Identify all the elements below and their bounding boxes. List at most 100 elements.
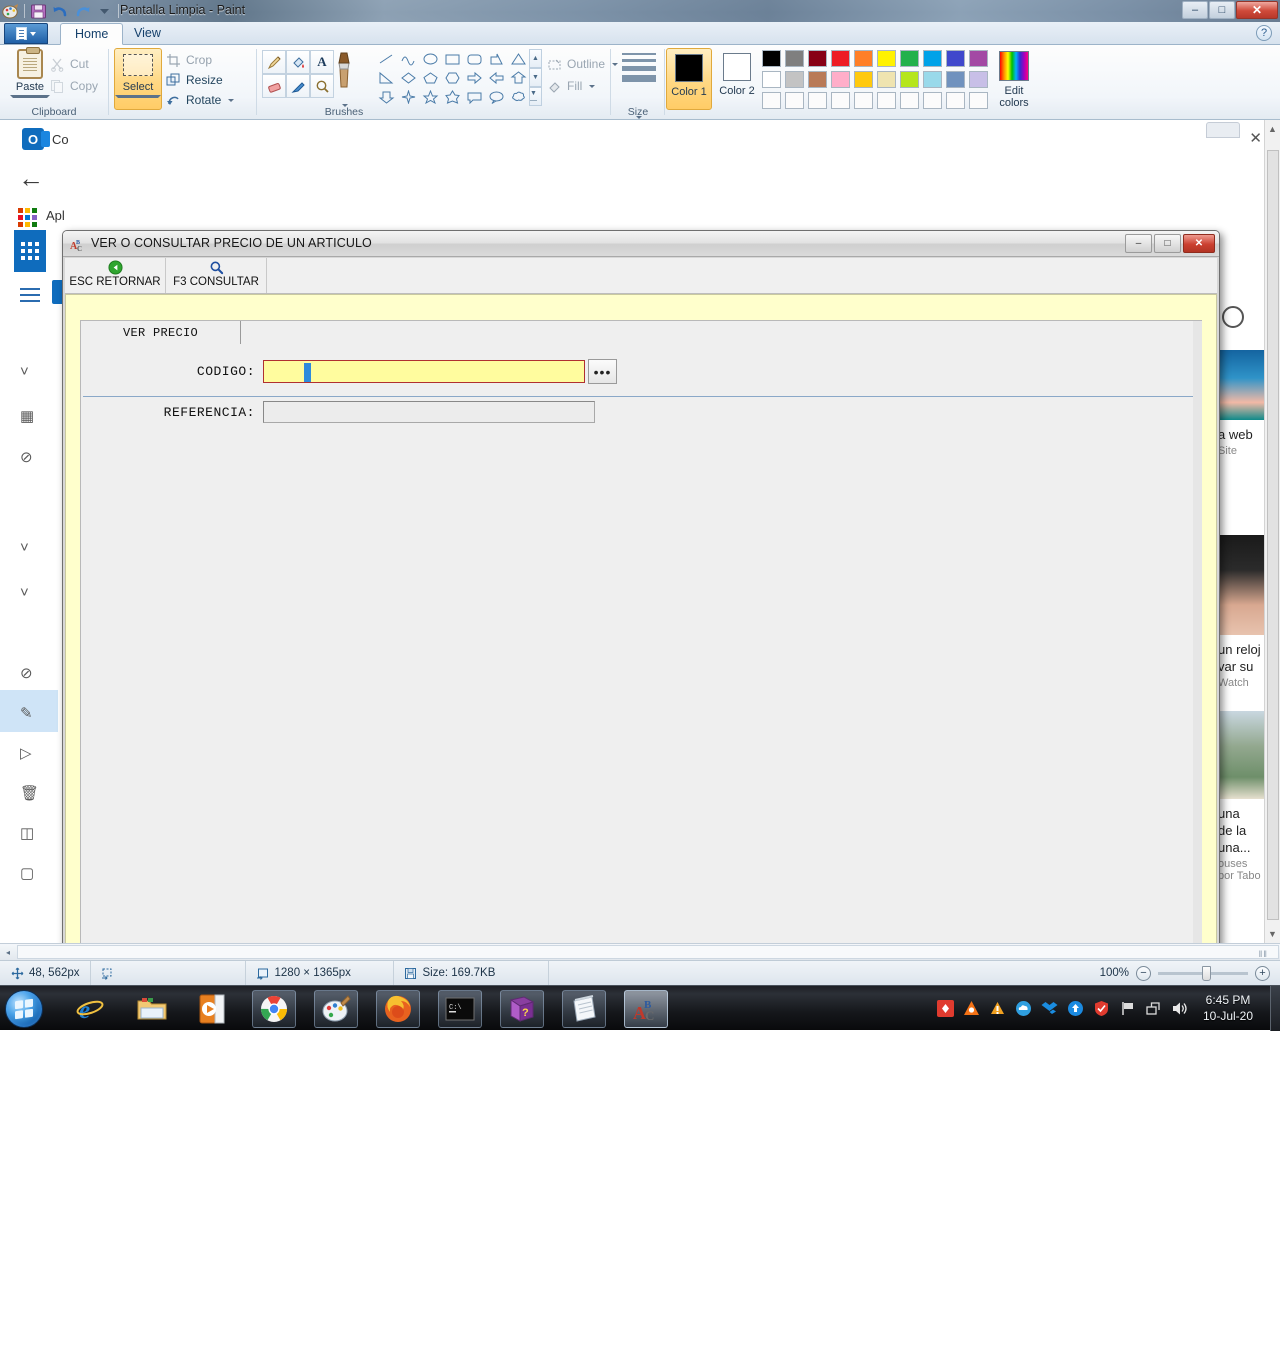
cut-button[interactable]: Cut xyxy=(50,53,98,75)
taskbar-firefox[interactable] xyxy=(376,990,420,1028)
color-swatch-0-6[interactable] xyxy=(900,50,919,67)
shape-curve[interactable] xyxy=(397,49,419,68)
shape-right-arrow[interactable] xyxy=(463,68,485,87)
dialog-maximize-button[interactable]: □ xyxy=(1154,234,1181,253)
shape-line[interactable] xyxy=(375,49,397,68)
undo-icon[interactable] xyxy=(52,3,69,20)
color-swatch-0-0[interactable] xyxy=(762,50,781,67)
list-item[interactable]: una de la una... ouses por Tabo xyxy=(1218,711,1268,882)
tray-cloud-icon[interactable] xyxy=(1015,1000,1032,1017)
shape-diamond[interactable] xyxy=(397,68,419,87)
close-icon[interactable]: ✕ xyxy=(1249,129,1262,147)
taskbar-clock[interactable]: 6:45 PM 10-Jul-20 xyxy=(1194,992,1262,1024)
chevron-down-icon[interactable] xyxy=(115,95,161,98)
chevron-down-icon[interactable]: ˅ xyxy=(20,363,38,381)
color-swatch-0-8[interactable] xyxy=(946,50,965,67)
color-swatch-2-3[interactable] xyxy=(831,92,850,109)
pencil-icon[interactable]: ✎ xyxy=(20,704,38,722)
color-swatch-1-4[interactable] xyxy=(854,71,873,88)
sidebar-apps-grid-button[interactable] xyxy=(14,230,46,272)
color-swatch-2-4[interactable] xyxy=(854,92,873,109)
scroll-left-icon[interactable]: ◂ xyxy=(0,948,16,957)
shape-four-point-star[interactable] xyxy=(397,87,419,106)
browser-scrollbar[interactable]: ▲ ▼ xyxy=(1264,120,1280,943)
color-swatch-0-4[interactable] xyxy=(854,50,873,67)
ver-precio-dialog[interactable]: A B C VER O CONSULTAR PRECIO DE UN ARTIC… xyxy=(62,230,1220,943)
panel-scrollbar[interactable] xyxy=(1193,321,1202,943)
chevron-down-icon[interactable] xyxy=(10,95,50,98)
dialog-titlebar[interactable]: A B C VER O CONSULTAR PRECIO DE UN ARTIC… xyxy=(63,231,1219,257)
shape-right-triangle[interactable] xyxy=(375,68,397,87)
dialog-minimize-button[interactable]: – xyxy=(1125,234,1152,253)
color-swatch-1-8[interactable] xyxy=(946,71,965,88)
tray-volume-icon[interactable] xyxy=(1171,1000,1188,1017)
color-swatch-0-7[interactable] xyxy=(923,50,942,67)
color-swatch-2-7[interactable] xyxy=(923,92,942,109)
shapes-scrollbar[interactable]: ▲ ▼ ▼— xyxy=(529,49,542,106)
help-icon[interactable]: ? xyxy=(1256,25,1272,41)
tray-orange-icon[interactable] xyxy=(989,1000,1006,1017)
color-swatch-1-9[interactable] xyxy=(969,71,988,88)
taskbar-windows-explorer[interactable] xyxy=(130,990,174,1028)
shapes-expand-icon[interactable]: ▼— xyxy=(529,87,542,106)
taskbar-command-prompt[interactable]: C:\ xyxy=(438,990,482,1028)
taskbar-abc-app[interactable]: A B C xyxy=(624,990,668,1028)
resize-button[interactable]: Resize xyxy=(166,70,234,90)
send-icon[interactable]: ▷ xyxy=(20,744,38,762)
size-icon[interactable] xyxy=(622,53,656,86)
tray-flag-icon[interactable] xyxy=(1119,1000,1136,1017)
color-swatch-1-3[interactable] xyxy=(831,71,850,88)
color-swatch-0-3[interactable] xyxy=(831,50,850,67)
color-swatch-2-9[interactable] xyxy=(969,92,988,109)
chevron-down-icon[interactable]: ˅ xyxy=(20,584,38,602)
tab-view[interactable]: View xyxy=(120,23,175,45)
shape-oval-callout[interactable] xyxy=(485,87,507,106)
dialog-close-button[interactable]: ✕ xyxy=(1183,234,1215,253)
paint-canvas[interactable]: O Co ✕ ← Apl ˅ ▦ ⊘ ˅ ˅ ⊘ ✎ ▷ 🗑 ◫ ▢ a web… xyxy=(0,120,1280,943)
shape-rectangle[interactable] xyxy=(441,49,463,68)
edit-colors-button[interactable]: Edit colors xyxy=(992,48,1036,109)
color-swatch-0-5[interactable] xyxy=(877,50,896,67)
chevron-down-icon[interactable] xyxy=(636,116,642,119)
shape-hexagon[interactable] xyxy=(441,68,463,87)
tray-dropbox-icon[interactable] xyxy=(1041,1000,1058,1017)
chevron-down-icon[interactable] xyxy=(589,84,596,88)
f3-consultar-button[interactable]: F3 CONSULTAR xyxy=(166,258,267,293)
color-swatch-1-7[interactable] xyxy=(923,71,942,88)
shape-polygon[interactable] xyxy=(485,49,507,68)
hamburger-menu-icon[interactable] xyxy=(20,288,40,306)
shapes-scroll-up-icon[interactable]: ▲ xyxy=(529,49,542,68)
notes-icon[interactable]: ▢ xyxy=(20,864,38,882)
esc-retornar-button[interactable]: ESC RETORNAR xyxy=(65,258,166,293)
browser-tab[interactable] xyxy=(1206,122,1240,138)
pencil-tool-button[interactable] xyxy=(262,50,286,74)
zoom-slider-handle[interactable] xyxy=(1202,965,1211,981)
color-swatch-0-9[interactable] xyxy=(969,50,988,67)
junk-icon[interactable]: ⊘ xyxy=(20,448,38,466)
color-swatch-0-2[interactable] xyxy=(808,50,827,67)
shape-six-point-star[interactable] xyxy=(441,87,463,106)
color-swatch-2-2[interactable] xyxy=(808,92,827,109)
copy-button[interactable]: Copy xyxy=(50,75,98,97)
outline-button[interactable]: Outline xyxy=(547,53,619,75)
shape-left-arrow[interactable] xyxy=(485,68,507,87)
taskbar-media-player[interactable] xyxy=(190,990,234,1028)
color-swatch-2-6[interactable] xyxy=(900,92,919,109)
referencia-input[interactable] xyxy=(263,401,595,423)
tray-network-icon[interactable] xyxy=(1145,1000,1162,1017)
color-swatch-1-5[interactable] xyxy=(877,71,896,88)
color-swatch-2-5[interactable] xyxy=(877,92,896,109)
archive-icon[interactable]: ◫ xyxy=(20,824,38,842)
codigo-browse-button[interactable]: ••• xyxy=(588,359,617,384)
taskbar-internet-explorer[interactable]: e xyxy=(68,990,112,1028)
list-item[interactable]: a web Site xyxy=(1218,350,1268,457)
color-swatch-1-2[interactable] xyxy=(808,71,827,88)
taskbar-notepad[interactable] xyxy=(562,990,606,1028)
scroll-up-icon[interactable]: ▲ xyxy=(1268,124,1277,134)
list-item[interactable]: un reloj var su Watch xyxy=(1218,535,1268,689)
paint-close-button[interactable]: ✕ xyxy=(1236,1,1278,19)
color-swatch-0-1[interactable] xyxy=(785,50,804,67)
shape-pentagon[interactable] xyxy=(419,68,441,87)
fill-button[interactable]: Fill xyxy=(547,75,618,97)
hscroll-track[interactable]: ‖‖ xyxy=(17,945,1279,959)
